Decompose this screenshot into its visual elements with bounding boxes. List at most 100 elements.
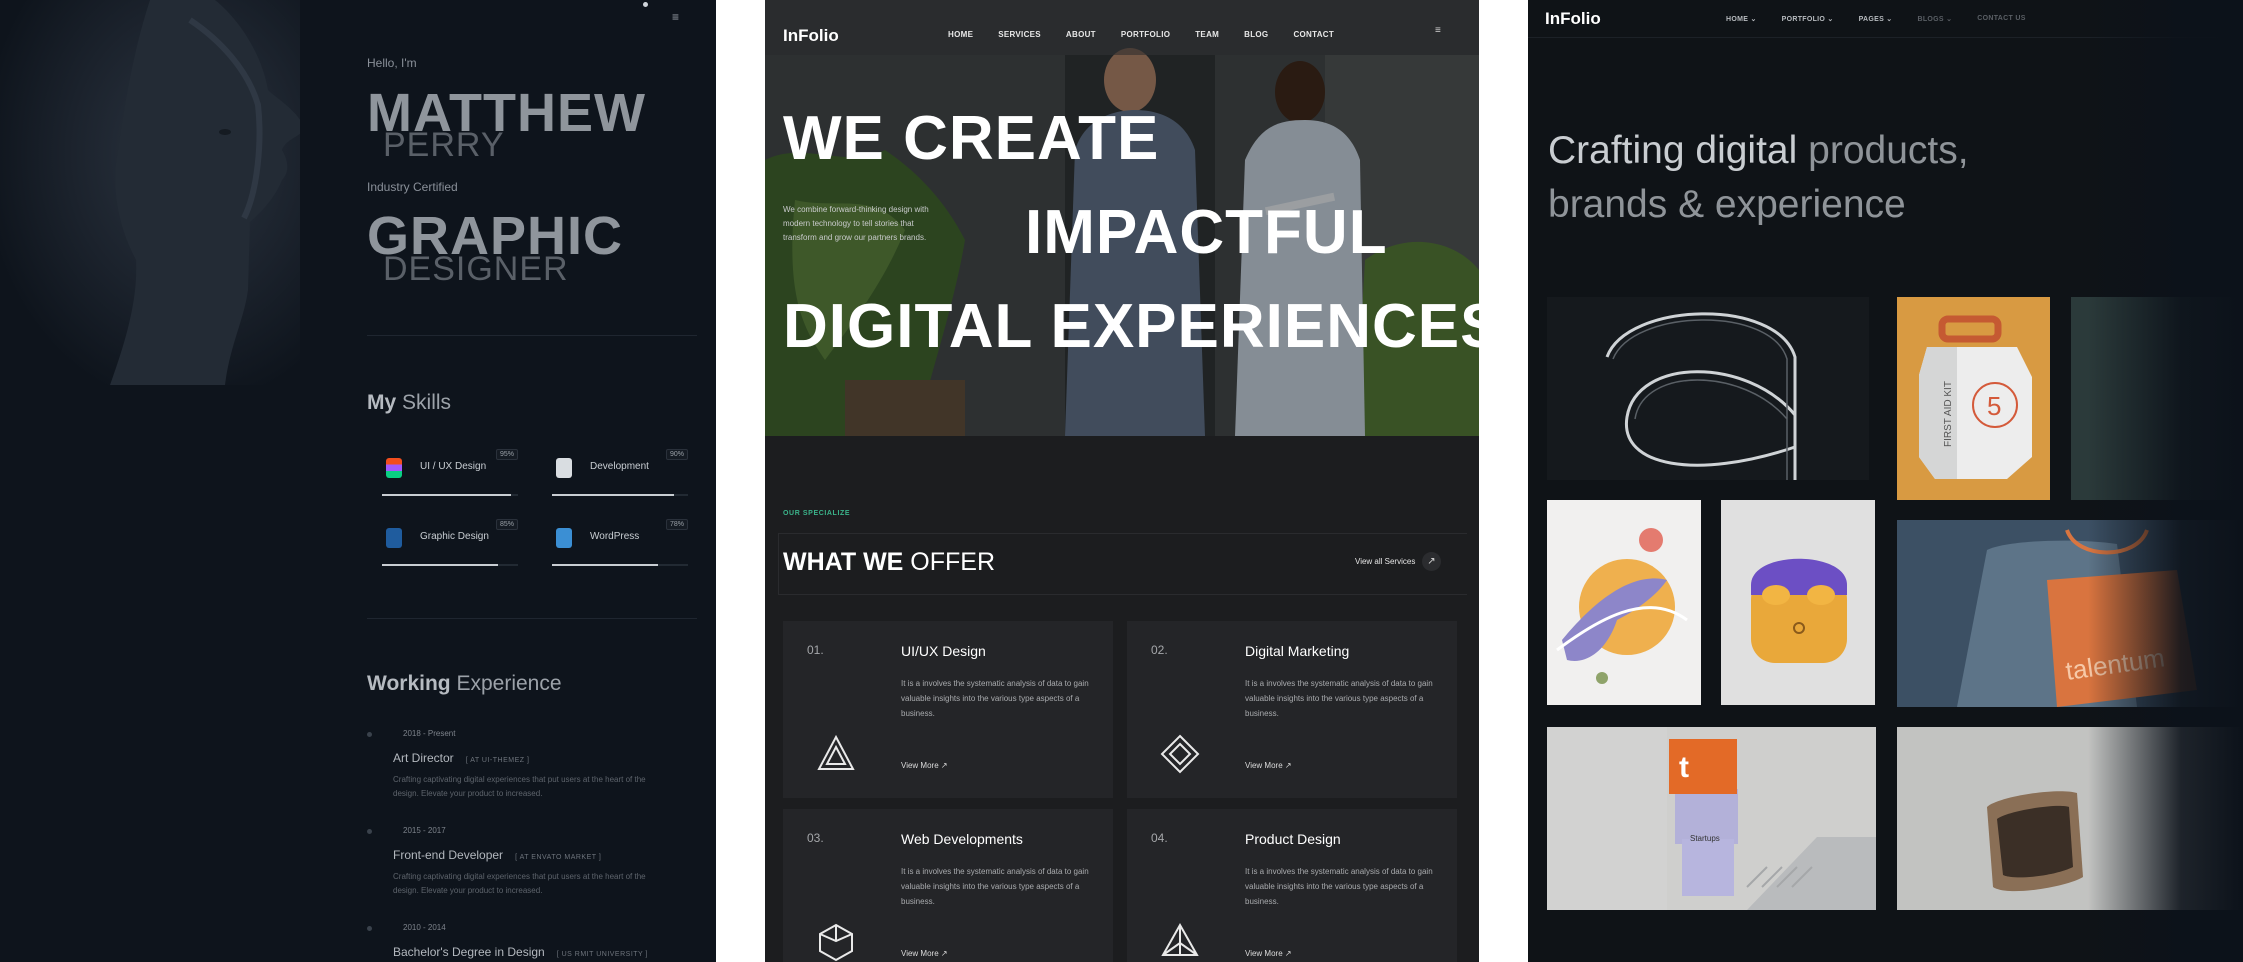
kit-number: 5	[1987, 391, 2001, 421]
skill-label: Graphic Design	[420, 531, 489, 542]
skills-heading: My Skills	[367, 391, 452, 414]
screenshot-canvas: ≡ Hello, I'm MATTHEW PERRY Industry Cert…	[0, 0, 2243, 962]
nav-link-about[interactable]: ABOUT	[1066, 30, 1096, 39]
view-more-link[interactable]: View More ↗	[901, 949, 948, 958]
nav-link-services[interactable]: SERVICES	[998, 30, 1041, 39]
timeline-dot	[367, 829, 372, 834]
skill-card: Development 90%	[536, 444, 696, 496]
view-more-link[interactable]: View More ↗	[1245, 949, 1292, 958]
name-last: PERRY	[383, 126, 505, 164]
offer-heading: WHAT WE OFFER	[783, 548, 996, 576]
experience-title: Front-end Developer[ AT ENVATO MARKET ]	[393, 848, 602, 862]
view-more-link[interactable]: View More ↗	[901, 761, 948, 770]
skill-progress-fill	[552, 564, 659, 566]
edge-fade-overlay	[2088, 0, 2243, 962]
nav-link-blog[interactable]: BLOG	[1244, 30, 1268, 39]
service-title: Product Design	[1245, 831, 1341, 847]
hamburger-menu-icon[interactable]: ≡	[672, 11, 684, 23]
skill-progress-fill	[382, 494, 512, 496]
logo[interactable]: InFolio	[783, 26, 839, 46]
service-desc: It is a involves the systematic analysis…	[1245, 679, 1433, 718]
skill-label: Development	[590, 461, 649, 472]
diamond-knot-icon	[1160, 734, 1200, 774]
service-number: 04.	[1151, 831, 1168, 845]
nav-link-portfolio[interactable]: PORTFOLIO	[1121, 30, 1170, 39]
nav-link-contact[interactable]: CONTACT	[1293, 30, 1334, 39]
experience-period: 2010 - 2014	[403, 923, 446, 932]
portfolio-tile-earbuds[interactable]	[1721, 500, 1875, 705]
portfolio-tile-letter-a[interactable]	[1547, 297, 1869, 480]
experience-heading: Working Experience	[367, 672, 562, 695]
service-desc: It is a involves the systematic analysis…	[1245, 867, 1433, 906]
hero-headline-line1: WE CREATE	[783, 104, 1160, 173]
service-number: 03.	[807, 831, 824, 845]
portfolio-panel-personal: ≡ Hello, I'm MATTHEW PERRY Industry Cert…	[0, 0, 716, 962]
service-card[interactable]: 04. Product Design It is a involves the …	[1127, 809, 1457, 962]
experience-desc: Crafting captivating digital experiences…	[393, 872, 646, 895]
service-title: UI/UX Design	[901, 643, 986, 659]
view-all-services-link[interactable]: View all Services	[1355, 557, 1415, 566]
hero-headline-line2: IMPACTFUL	[1025, 198, 1388, 267]
figma-icon	[386, 458, 402, 478]
portfolio-tile-first-aid-kit[interactable]: 5 FIRST AID KIT	[1897, 297, 2050, 500]
nav-link-home[interactable]: HOME	[948, 30, 973, 39]
skill-label: UI / UX Design	[420, 461, 487, 472]
experience-title: Art Director[ AT UI-THEMEZ ]	[393, 751, 530, 765]
nav-links: HOME ⌄ PORTFOLIO ⌄ PAGES ⌄ BLOGS ⌄ CONTA…	[1726, 15, 2051, 23]
experience-period: 2018 - Present	[403, 729, 456, 738]
logo[interactable]: InFolio	[1545, 9, 1601, 29]
timeline-dot	[367, 926, 372, 931]
nav-link-team[interactable]: TEAM	[1195, 30, 1219, 39]
skill-card: WordPress 78%	[536, 514, 696, 566]
service-title: Web Developments	[901, 831, 1023, 847]
nav-link-portfolio[interactable]: PORTFOLIO ⌄	[1782, 15, 1834, 23]
skill-card: Graphic Design 85%	[366, 514, 526, 566]
skill-percent: 78%	[665, 519, 688, 530]
experience-period: 2015 - 2017	[403, 826, 446, 835]
skill-card: UI / UX Design 95%	[366, 444, 526, 496]
arrow-up-right-icon[interactable]: ↗	[1422, 552, 1441, 571]
service-title: Digital Marketing	[1245, 643, 1350, 659]
service-number: 02.	[1151, 643, 1168, 657]
portfolio-tile-cubes[interactable]: t Startups	[1547, 727, 1876, 910]
kit-label: FIRST AID KIT	[1943, 381, 1954, 447]
greeting-text: Hello, I'm	[367, 56, 417, 70]
nav-link-blogs[interactable]: BLOGS ⌄	[1917, 15, 1952, 23]
experience-desc: Crafting captivating digital experiences…	[393, 775, 646, 798]
nav-links: HOME SERVICES ABOUT PORTFOLIO TEAM BLOG …	[948, 30, 1359, 39]
code-icon	[556, 458, 572, 478]
wordpress-icon	[556, 528, 572, 548]
triangle-knot-icon	[817, 734, 855, 770]
timeline-dot	[367, 732, 372, 737]
portfolio-panel-agency: InFolio HOME SERVICES ABOUT PORTFOLIO TE…	[765, 0, 1479, 962]
hero-headline-line3: DIGITAL EXPERIENCES	[783, 292, 1479, 361]
skill-progress-track	[382, 564, 518, 566]
nav-link-pages[interactable]: PAGES ⌄	[1859, 15, 1893, 23]
indicator-dot	[643, 2, 648, 7]
cube-knot-icon	[819, 923, 853, 962]
section-eyebrow: OUR SPECIALIZE	[783, 510, 851, 517]
service-number: 01.	[807, 643, 824, 657]
skill-progress-track	[382, 494, 518, 496]
hamburger-menu-icon[interactable]: ≡	[1435, 26, 1441, 36]
pyramid-knot-icon	[1161, 922, 1199, 956]
portfolio-tile-hand-art[interactable]	[1547, 500, 1701, 705]
skill-percent: 85%	[495, 519, 518, 530]
service-desc: It is a involves the systematic analysis…	[901, 679, 1089, 718]
nav-link-contact[interactable]: CONTACT US	[1977, 15, 2025, 23]
service-card[interactable]: 02. Digital Marketing It is a involves t…	[1127, 621, 1457, 798]
skill-progress-fill	[382, 564, 498, 566]
skill-percent: 95%	[495, 449, 518, 460]
portfolio-panel-studio: InFolio HOME ⌄ PORTFOLIO ⌄ PAGES ⌄ BLOGS…	[1528, 0, 2243, 962]
skill-label: WordPress	[590, 531, 640, 542]
nav-link-home[interactable]: HOME ⌄	[1726, 15, 1757, 23]
photoshop-icon	[386, 528, 402, 548]
service-card[interactable]: 01. UI/UX Design It is a involves the sy…	[783, 621, 1113, 798]
headline-line2: brands & experience	[1548, 183, 1906, 226]
view-more-link[interactable]: View More ↗	[1245, 761, 1292, 770]
hero-description: We combine forward-thinking design with …	[783, 205, 929, 242]
portrait-image	[0, 0, 300, 385]
service-card[interactable]: 03. Web Developments It is a involves th…	[783, 809, 1113, 962]
skill-progress-fill	[552, 494, 675, 496]
service-desc: It is a involves the systematic analysis…	[901, 867, 1089, 906]
